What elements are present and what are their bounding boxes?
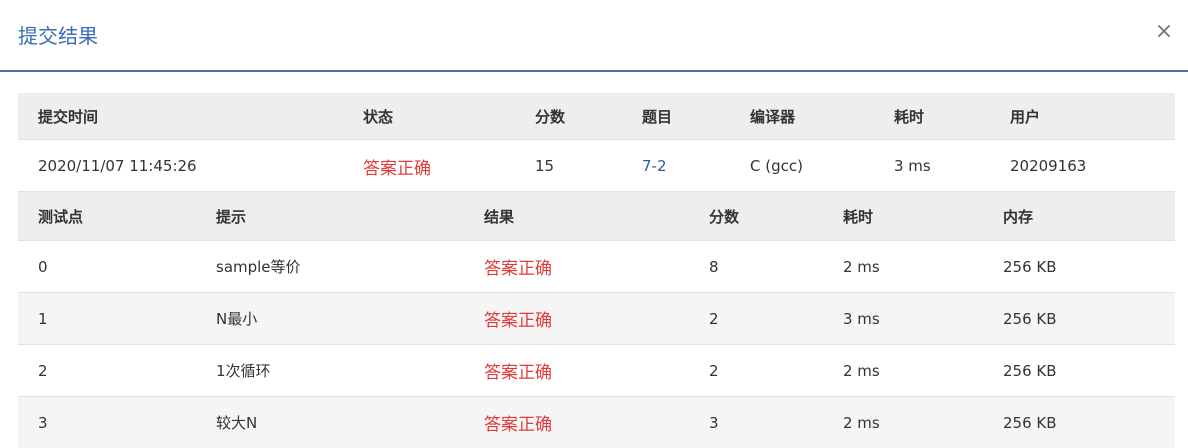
table-row: 3 较大N 答案正确 3 2 ms 256 KB	[18, 397, 1175, 448]
case-time: 2 ms	[823, 241, 983, 293]
user-value: 20209163	[990, 140, 1175, 193]
header-score: 分数	[515, 93, 622, 140]
case-score: 2	[689, 345, 823, 397]
case-memory: 256 KB	[983, 241, 1175, 293]
header-case-time: 耗时	[823, 192, 983, 241]
header-memory: 内存	[983, 192, 1175, 241]
header-submit-time: 提交时间	[18, 93, 343, 140]
case-result: 答案正确	[464, 293, 689, 345]
case-score: 3	[689, 397, 823, 448]
case-score: 2	[689, 293, 823, 345]
case-hint: sample等价	[196, 241, 464, 293]
case-hint: N最小	[196, 293, 464, 345]
close-icon[interactable]: ×	[1154, 20, 1174, 44]
summary-row: 2020/11/07 11:45:26 答案正确 15 7-2 C (gcc) …	[18, 140, 1175, 193]
compiler-value: C (gcc)	[730, 140, 874, 193]
case-hint: 1次循环	[196, 345, 464, 397]
submission-summary-table: 提交时间 状态 分数 题目 编译器 耗时 用户 2020/11/07 11:45…	[18, 93, 1175, 192]
score-value: 15	[515, 140, 622, 193]
case-result: 答案正确	[464, 241, 689, 293]
problem-link[interactable]: 7-2	[622, 140, 730, 193]
status-text: 答案正确	[343, 140, 515, 193]
case-id: 0	[18, 241, 196, 293]
case-score: 8	[689, 241, 823, 293]
case-result: 答案正确	[464, 397, 689, 448]
case-memory: 256 KB	[983, 345, 1175, 397]
table-row: 1 N最小 答案正确 2 3 ms 256 KB	[18, 293, 1175, 345]
case-id: 2	[18, 345, 196, 397]
header-compiler: 编译器	[730, 93, 874, 140]
duration-value: 3 ms	[874, 140, 990, 193]
case-id: 3	[18, 397, 196, 448]
cases-header-row: 测试点 提示 结果 分数 耗时 内存	[18, 192, 1175, 241]
test-cases-table: 测试点 提示 结果 分数 耗时 内存 0 sample等价 答案正确 8 2 m…	[18, 191, 1175, 448]
case-memory: 256 KB	[983, 397, 1175, 448]
header-case-score: 分数	[689, 192, 823, 241]
header-problem: 题目	[622, 93, 730, 140]
header-test-point: 测试点	[18, 192, 196, 241]
header-duration: 耗时	[874, 93, 990, 140]
header-result: 结果	[464, 192, 689, 241]
header-hint: 提示	[196, 192, 464, 241]
dialog-header: 提交结果 ×	[0, 0, 1188, 72]
case-time: 2 ms	[823, 397, 983, 448]
header-status: 状态	[343, 93, 515, 140]
submit-time: 2020/11/07 11:45:26	[18, 140, 343, 193]
case-result: 答案正确	[464, 345, 689, 397]
summary-header-row: 提交时间 状态 分数 题目 编译器 耗时 用户	[18, 93, 1175, 140]
case-memory: 256 KB	[983, 293, 1175, 345]
case-time: 3 ms	[823, 293, 983, 345]
table-row: 2 1次循环 答案正确 2 2 ms 256 KB	[18, 345, 1175, 397]
case-id: 1	[18, 293, 196, 345]
case-time: 2 ms	[823, 345, 983, 397]
case-hint: 较大N	[196, 397, 464, 448]
header-user: 用户	[990, 93, 1175, 140]
dialog-title: 提交结果	[18, 20, 98, 49]
table-row: 0 sample等价 答案正确 8 2 ms 256 KB	[18, 241, 1175, 293]
